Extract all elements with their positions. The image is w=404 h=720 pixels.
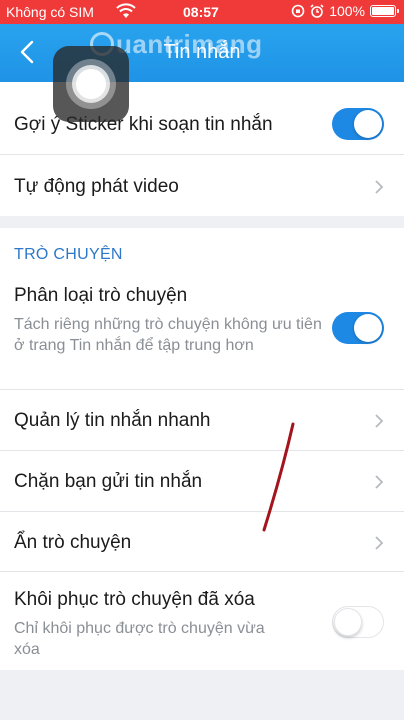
chevron-right-icon	[375, 536, 384, 550]
row-quick-messages[interactable]: Quản lý tin nhắn nhanh	[0, 390, 404, 451]
battery-icon	[370, 5, 399, 17]
row-block-messages[interactable]: Chặn bạn gửi tin nhắn	[0, 451, 404, 512]
row-label: Gợi ý Sticker khi soạn tin nhắn	[14, 114, 273, 135]
chevron-right-icon	[375, 180, 384, 194]
status-bar: Không có SIM 08:57 100%	[0, 0, 404, 24]
chevron-right-icon	[375, 414, 384, 428]
classify-chats-toggle[interactable]	[332, 312, 384, 344]
row-classify-chats[interactable]: Phân loại trò chuyện Tách riêng những tr…	[0, 268, 404, 390]
section-header: TRÒ CHUYỆN	[14, 246, 123, 263]
carrier-label: Không có SIM	[6, 4, 94, 20]
row-label: Ẩn trò chuyện	[14, 532, 132, 553]
assistive-touch-button[interactable]	[53, 46, 129, 122]
row-label: Quản lý tin nhắn nhanh	[14, 410, 211, 431]
battery-percent: 100%	[329, 3, 365, 19]
row-description: Chỉ khôi phục được trò chuyện vừa xóa	[14, 620, 265, 658]
orientation-lock-icon	[291, 4, 305, 18]
sticker-suggest-toggle[interactable]	[332, 108, 384, 140]
wifi-icon	[116, 3, 136, 22]
row-label: Chặn bạn gửi tin nhắn	[14, 471, 203, 492]
row-label: Khôi phục trò chuyện đã xóa	[14, 589, 255, 610]
row-label: Phân loại trò chuyện	[14, 285, 188, 306]
row-label: Tự động phát video	[14, 176, 179, 197]
settings-section-chat: TRÒ CHUYỆN Phân loại trò chuyện Tách riê…	[0, 228, 404, 670]
row-hide-chats[interactable]: Ẩn trò chuyện	[0, 512, 404, 572]
status-right: 100%	[291, 3, 399, 19]
alarm-icon	[310, 4, 324, 18]
restore-deleted-toggle[interactable]	[332, 606, 384, 638]
row-restore-deleted[interactable]: Khôi phục trò chuyện đã xóa Chỉ khôi phụ…	[0, 572, 404, 670]
clock: 08:57	[183, 4, 219, 20]
chevron-right-icon	[375, 475, 384, 489]
row-description: Tách riêng những trò chuyện không ưu tiê…	[14, 316, 322, 354]
row-autoplay-video[interactable]: Tự động phát video	[0, 155, 404, 216]
